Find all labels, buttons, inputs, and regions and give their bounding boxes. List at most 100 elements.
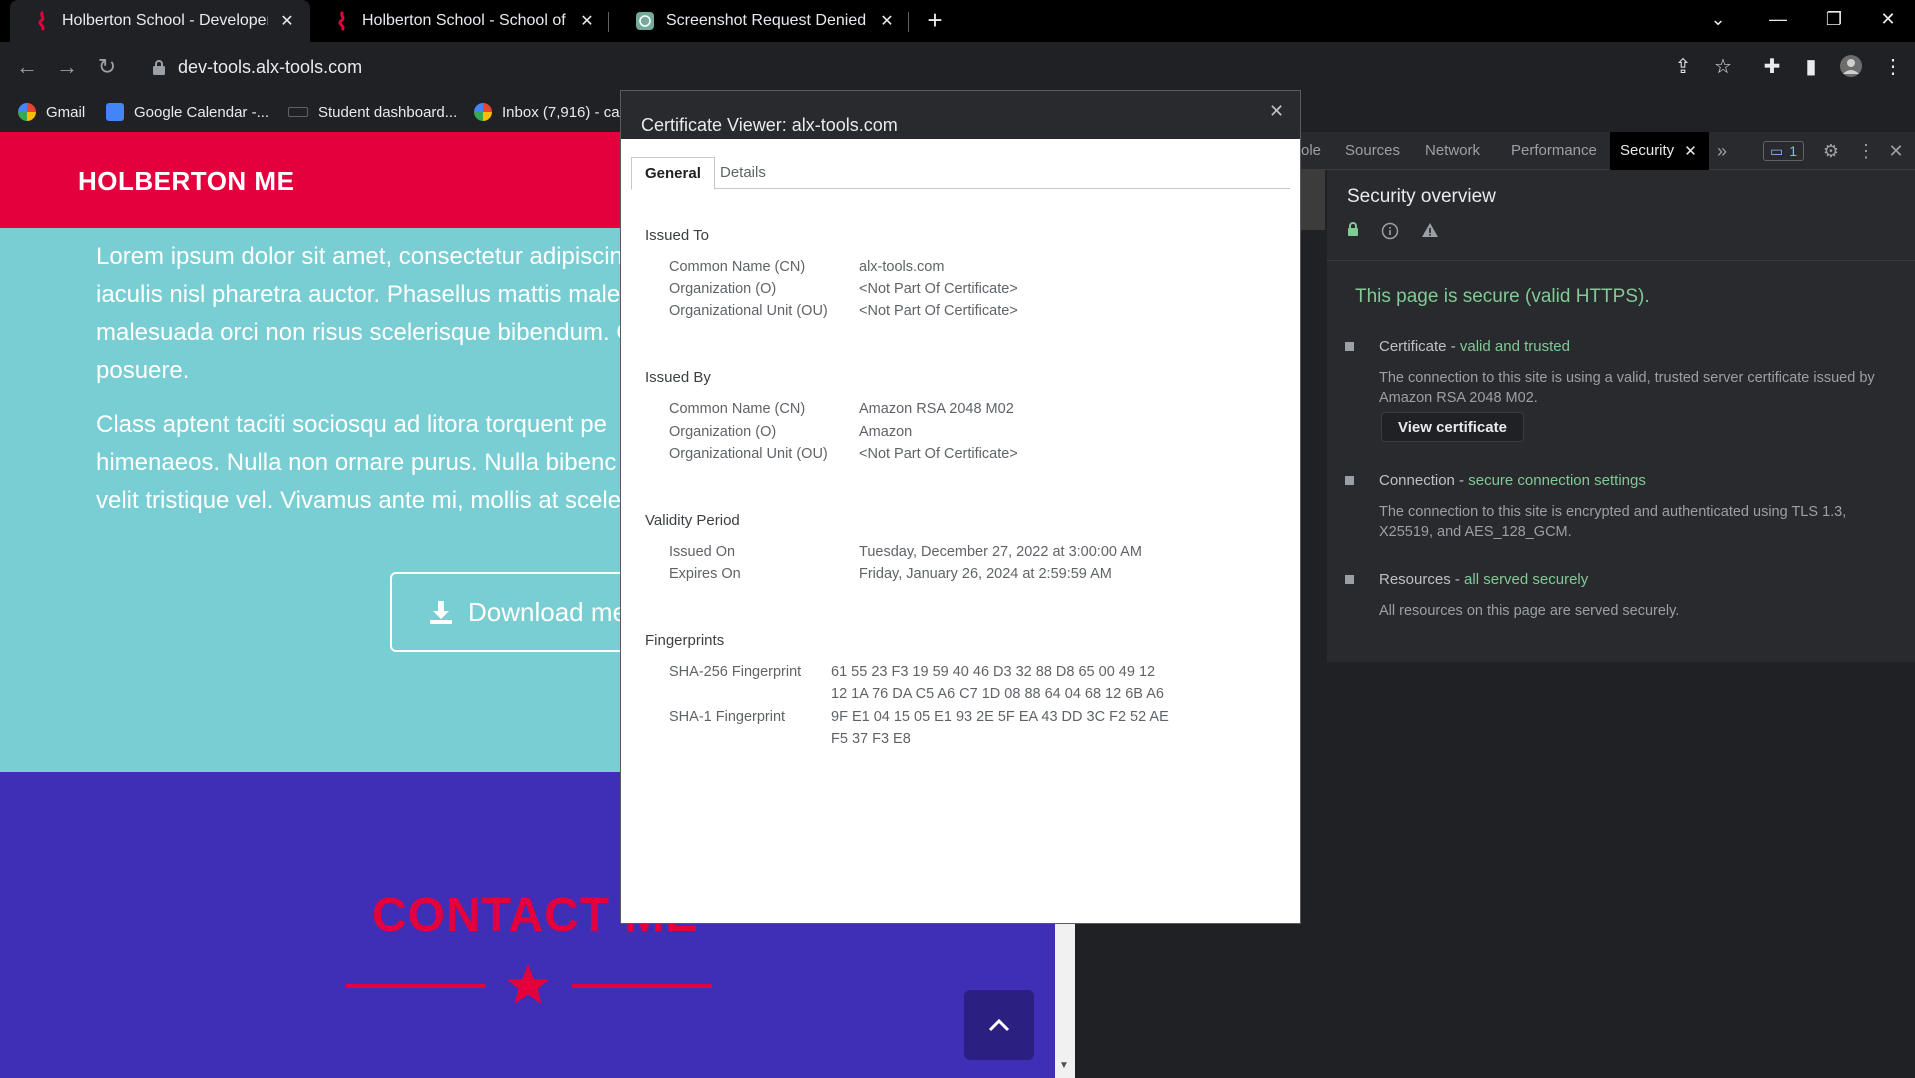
new-tab-button[interactable]: + [920, 6, 950, 36]
bookmark-star-icon[interactable]: ☆ [1710, 54, 1736, 80]
field-value: <Not Part Of Certificate> [859, 303, 1018, 319]
field-value: Amazon [859, 424, 913, 440]
alx-icon [288, 107, 308, 117]
gear-icon[interactable]: ⚙ [1820, 140, 1842, 162]
resources-description: All resources on this page are served se… [1379, 603, 1680, 619]
chevron-up-icon [988, 1018, 1010, 1032]
tab-search-icon[interactable]: ⌄ [1696, 4, 1740, 34]
screen: Holberton School - Developer to ✕ Holber… [0, 0, 1915, 1078]
field-label: Common Name (CN) [669, 259, 806, 275]
minimize-icon[interactable]: — [1756, 4, 1800, 34]
share-icon[interactable]: ⇪ [1670, 54, 1696, 80]
bookmark-label: Google Calendar -... [134, 103, 270, 121]
tab-sources[interactable]: Sources [1345, 142, 1400, 159]
divider [1327, 260, 1915, 261]
tab-title: Holberton School - School of Co [362, 12, 568, 29]
back-icon[interactable]: ← [12, 52, 42, 82]
close-devtools-icon[interactable]: ✕ [1885, 140, 1907, 162]
google-icon [474, 103, 492, 121]
tab-performance[interactable]: Performance [1511, 142, 1597, 159]
kebab-menu-icon[interactable]: ⋮ [1855, 140, 1877, 162]
bookmark-label: Inbox (7,916) - ca [502, 103, 620, 121]
bookmark-inbox[interactable]: Inbox (7,916) - ca [474, 100, 620, 124]
tab-holberton-developer[interactable]: Holberton School - Developer to ✕ [10, 0, 310, 42]
issues-badge[interactable]: ▭ 1 [1763, 141, 1805, 161]
sha1-line: 9F E1 04 15 05 E1 93 2E 5F EA 43 DD 3C F… [831, 709, 1169, 725]
field-label: SHA-1 Fingerprint [669, 709, 786, 725]
fingerprints-heading: Fingerprints [645, 632, 725, 649]
security-legend-icons [1347, 222, 1439, 240]
divider-line [346, 984, 486, 988]
star-icon [506, 963, 550, 1005]
item-status: all served securely [1464, 571, 1589, 588]
close-tab-icon[interactable]: ✕ [278, 12, 296, 30]
window-close-icon[interactable]: ✕ [1866, 4, 1910, 34]
site-title: HOLBERTON ME [78, 166, 295, 196]
view-certificate-button[interactable]: View certificate [1381, 412, 1524, 442]
reload-icon[interactable]: ↻ [92, 52, 122, 82]
field-value: Tuesday, December 27, 2022 at 3:00:00 AM [859, 544, 1142, 560]
connection-item-heading: Connection - secure connection settings [1379, 472, 1646, 489]
field-label: Issued On [669, 544, 736, 560]
extensions-icon[interactable]: ✚ [1759, 54, 1785, 80]
issues-count: 1 [1789, 143, 1798, 159]
status-bullet-icon [1345, 476, 1354, 485]
resources-item-heading: Resources - all served securely [1379, 571, 1588, 588]
more-tabs-icon[interactable]: » [1711, 140, 1733, 162]
scroll-down-arrow-icon[interactable]: ▼ [1059, 1060, 1069, 1071]
menu-kebab-icon[interactable]: ⋮ [1880, 54, 1906, 80]
tab-security[interactable]: Security ✕ [1610, 132, 1709, 170]
field-label: Organizational Unit (OU) [669, 303, 828, 319]
tab-title: Screenshot Request Denied [666, 12, 867, 29]
field-label: SHA-256 Fingerprint [669, 664, 802, 680]
field-label: Organization (O) [669, 424, 777, 440]
field-label: Organizational Unit (OU) [669, 446, 828, 462]
issued-to-heading: Issued To [645, 227, 709, 244]
holberton-favicon-icon [338, 11, 345, 31]
tab-general[interactable]: General [631, 157, 715, 190]
calendar-icon [106, 103, 124, 121]
google-icon [18, 103, 36, 121]
tab-separator [908, 12, 909, 32]
restore-icon[interactable]: ❐ [1812, 4, 1856, 34]
certificate-item-heading: Certificate - valid and trusted [1379, 338, 1570, 355]
issued-by-heading: Issued By [645, 369, 711, 386]
field-label: Organization (O) [669, 281, 777, 297]
field-label: Expires On [669, 566, 741, 582]
connection-description: The connection to this site is encrypted… [1379, 504, 1847, 540]
bookmark-gmail[interactable]: Gmail [18, 100, 85, 124]
close-tab-icon[interactable]: ✕ [578, 12, 596, 30]
close-tab-icon[interactable]: ✕ [1684, 142, 1697, 170]
browser-toolbar: ← → ↻ dev-tools.alx-tools.com ⇪ ☆ ✚ ▮ ⋮ [0, 42, 1915, 92]
download-label: Download me [468, 596, 627, 627]
info-icon [1381, 222, 1399, 240]
avatar[interactable] [1838, 54, 1864, 80]
close-tab-icon[interactable]: ✕ [878, 12, 896, 30]
holberton-favicon-icon [38, 11, 45, 31]
tab-details[interactable]: Details [707, 157, 779, 189]
tab-strip: Holberton School - Developer to ✕ Holber… [0, 0, 1915, 42]
certificate-description: The connection to this site is using a v… [1379, 370, 1875, 406]
field-value: <Not Part Of Certificate> [859, 281, 1018, 297]
item-status: secure connection settings [1468, 472, 1646, 489]
warning-icon [1422, 223, 1438, 237]
tab-screenshot-denied[interactable]: Screenshot Request Denied ✕ [610, 0, 910, 42]
side-panel-icon[interactable]: ▮ [1798, 54, 1824, 80]
scroll-to-top-button[interactable] [964, 990, 1034, 1060]
lock-icon[interactable] [152, 59, 166, 75]
url-text: dev-tools.alx-tools.com [178, 56, 363, 77]
bookmark-student-dashboard[interactable]: Student dashboard... [288, 100, 457, 124]
close-dialog-icon[interactable]: ✕ [1269, 101, 1284, 122]
tab-console[interactable]: ole [1301, 142, 1321, 159]
address-bar[interactable]: dev-tools.alx-tools.com [138, 48, 1738, 86]
bookmark-google-calendar[interactable]: Google Calendar -... [106, 100, 269, 124]
tab-network[interactable]: Network [1425, 142, 1480, 159]
bookmark-label: Gmail [46, 103, 86, 121]
tab-holberton-school[interactable]: Holberton School - School of Co ✕ [310, 0, 610, 42]
sha256-line: 61 55 23 F3 19 59 40 46 D3 32 88 D8 65 0… [831, 664, 1156, 680]
field-label: Common Name (CN) [669, 401, 806, 417]
forward-icon[interactable]: → [52, 52, 82, 82]
secure-message: This page is secure (valid HTTPS). [1355, 286, 1650, 307]
chatgpt-favicon-icon [636, 12, 654, 30]
field-value: Amazon RSA 2048 M02 [859, 401, 1014, 417]
